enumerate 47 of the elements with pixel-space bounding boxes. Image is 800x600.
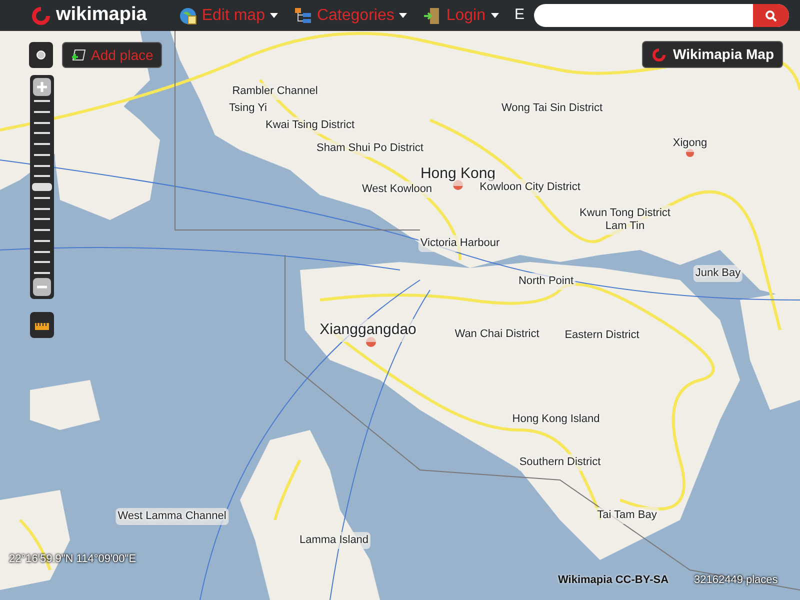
hierarchy-icon	[294, 6, 312, 24]
map-label: Sham Shui Po District	[314, 140, 426, 156]
map-label: Kwai Tsing District	[263, 117, 357, 134]
search-icon	[765, 10, 777, 22]
map-label: West Lamma Channel	[116, 508, 228, 524]
map-label: Victoria Harbour	[418, 235, 502, 252]
map-label: Junk Bay	[693, 265, 743, 282]
search-field[interactable]	[534, 4, 789, 27]
locate-button[interactable]	[29, 42, 53, 68]
add-icon	[71, 48, 87, 62]
menu-button[interactable]: Categories	[294, 4, 408, 28]
menu-button[interactable]: Login	[423, 4, 498, 28]
menu-text: E	[514, 5, 525, 26]
map-label: Xianggangdao	[318, 319, 418, 342]
door-icon	[423, 6, 442, 24]
map-label: Kwun Tong District	[578, 205, 672, 222]
logo-icon	[651, 46, 667, 62]
map-label: Xigong	[670, 135, 710, 152]
caret-icon	[270, 13, 278, 18]
caret-icon	[399, 13, 408, 18]
map-label: Lam Tin	[603, 218, 647, 234]
zoom-thumb[interactable]	[32, 183, 52, 191]
place-count-text: 32162449 places	[694, 573, 778, 588]
dot-icon	[36, 50, 46, 60]
search-button[interactable]	[753, 4, 789, 27]
map-label: North Point	[516, 273, 576, 290]
map-label: Lamma Island	[297, 532, 371, 548]
map-label: Southern District	[517, 454, 603, 470]
add-place-button[interactable]: Add place	[62, 42, 162, 68]
map-label: Tsing Yi	[227, 100, 269, 116]
ruler-icon	[35, 320, 49, 330]
map-label: West Kowloon	[360, 181, 434, 198]
ruler-button[interactable]	[30, 312, 54, 338]
logo-icon	[30, 4, 52, 26]
zoom-out-button[interactable]	[33, 278, 51, 296]
caret-icon	[490, 13, 498, 18]
plus-icon	[36, 81, 48, 93]
zoom-in-button[interactable]	[33, 78, 51, 96]
map-label: Rambler Channel	[230, 83, 320, 100]
attribution-text: Wikimapia CC-BY-SA	[558, 573, 669, 588]
logo-text: wikimapia	[56, 3, 147, 28]
menu-button[interactable]: Edit map	[178, 4, 278, 28]
globe-icon	[178, 6, 197, 24]
map-label: Wong Tai Sin District	[499, 100, 605, 116]
map-label: Hong Kong Island	[510, 411, 602, 428]
map-type-button[interactable]: Wikimapia Map	[642, 41, 784, 68]
map-label: Tai Tam Bay	[595, 507, 659, 524]
